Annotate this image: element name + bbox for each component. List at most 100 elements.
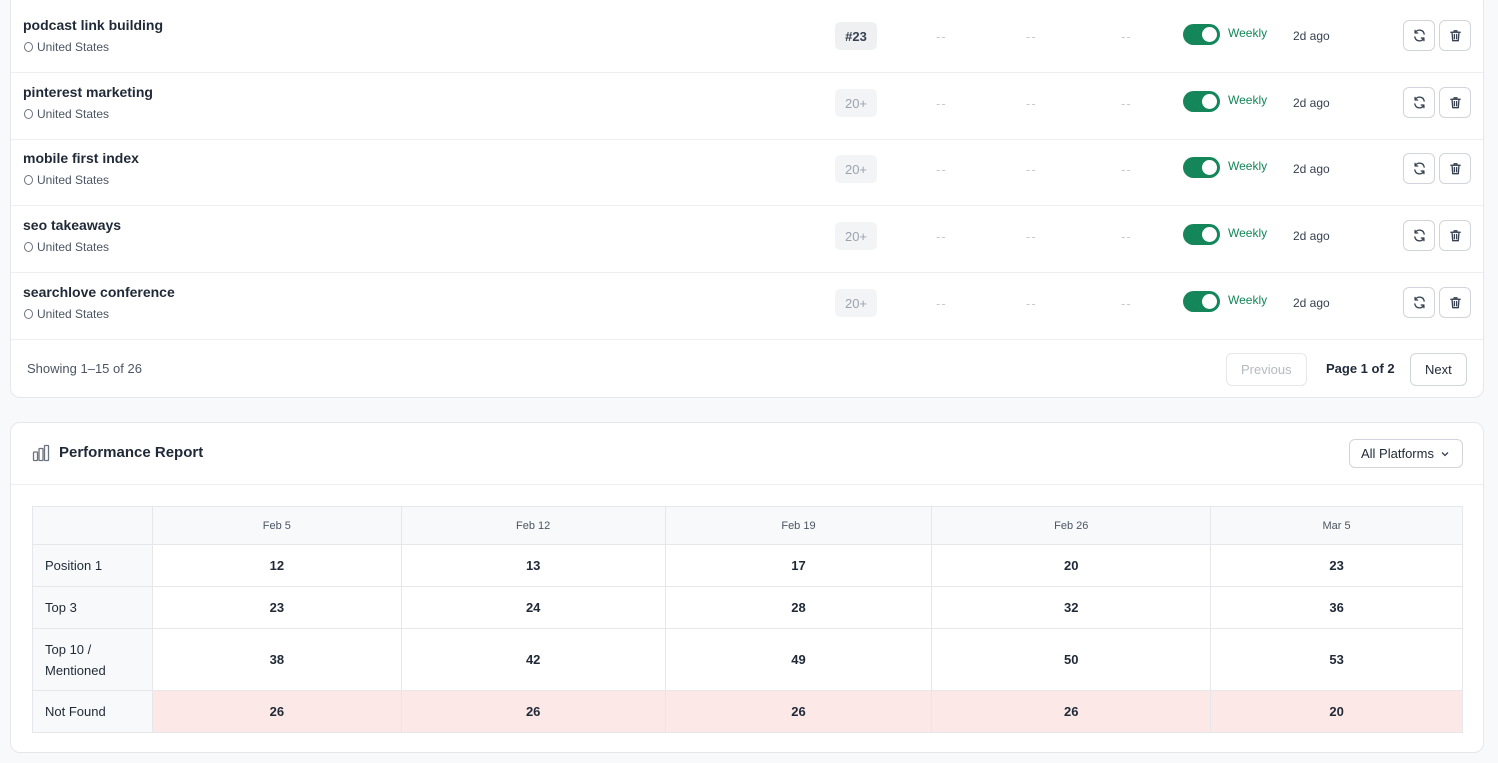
refresh-icon (1413, 29, 1425, 42)
metric-empty: -- (936, 162, 947, 177)
delete-button[interactable] (1439, 287, 1471, 318)
page-indicator: Page 1 of 2 (1326, 361, 1395, 376)
rank-badge: 20+ (835, 289, 877, 317)
refresh-button[interactable] (1403, 153, 1435, 184)
tracking-toggle[interactable] (1183, 291, 1220, 312)
table-cell: 17 (664, 544, 933, 587)
tracking-toggle[interactable] (1183, 24, 1220, 45)
performance-report-card: Performance Report All Platforms Feb 5 F… (10, 422, 1484, 753)
location-label: United States (37, 173, 110, 187)
location-pin-icon (24, 175, 33, 185)
table-row: Top 3 23 24 28 32 36 (32, 586, 1463, 629)
table-cell: 26 (400, 690, 666, 733)
metric-empty: -- (1121, 296, 1132, 311)
refresh-button[interactable] (1403, 220, 1435, 251)
metric-empty: -- (1121, 229, 1132, 244)
trash-icon (1449, 30, 1461, 42)
keyword-location: United States (24, 107, 109, 121)
metric-empty: -- (936, 229, 947, 244)
report-header: Performance Report All Platforms (11, 423, 1483, 485)
rank-badge: #23 (835, 22, 877, 50)
keyword-name[interactable]: podcast link building (23, 17, 163, 33)
table-cell: 20 (931, 544, 1212, 587)
metric-empty: -- (1026, 162, 1037, 177)
frequency-label: Weekly (1228, 159, 1268, 173)
last-updated: 2d ago (1293, 229, 1330, 243)
trash-icon (1449, 230, 1461, 242)
refresh-button[interactable] (1403, 20, 1435, 51)
table-row-not-found: Not Found 26 26 26 26 20 (32, 690, 1463, 733)
trash-icon (1449, 97, 1461, 109)
location-pin-icon (24, 309, 33, 319)
rank-badge: 20+ (835, 222, 877, 250)
keyword-name[interactable]: searchlove conference (23, 284, 175, 300)
keyword-table-card: podcast link building United States #23 -- -… (10, 0, 1484, 398)
pagination-bar: Showing 1–15 of 26 Previous Page 1 of 2 … (11, 340, 1483, 397)
delete-button[interactable] (1439, 153, 1471, 184)
metric-empty: -- (1026, 296, 1037, 311)
table-row: Top 10 / Mentioned 38 42 49 50 53 (32, 628, 1463, 691)
table-cell: 26 (664, 690, 933, 733)
table-cell: 13 (400, 544, 666, 587)
delete-button[interactable] (1439, 87, 1471, 118)
refresh-button[interactable] (1403, 287, 1435, 318)
metric-empty: -- (936, 29, 947, 44)
table-cell: 38 (151, 628, 402, 691)
table-cell: 49 (664, 628, 933, 691)
tracking-toggle[interactable] (1183, 91, 1220, 112)
location-label: United States (37, 307, 110, 321)
table-cell: 50 (931, 628, 1212, 691)
previous-page-button[interactable]: Previous (1226, 353, 1307, 386)
table-cell: 23 (151, 586, 402, 629)
toggle-knob (1202, 227, 1217, 242)
table-cell: 23 (1210, 544, 1463, 587)
table-cell: 26 (931, 690, 1212, 733)
keyword-name[interactable]: seo takeaways (23, 217, 121, 233)
metric-empty: -- (1121, 162, 1132, 177)
bar-chart-icon (32, 444, 50, 462)
location-pin-icon (24, 42, 33, 52)
table-cell: 26 (151, 690, 402, 733)
metric-empty: -- (1026, 229, 1037, 244)
refresh-button[interactable] (1403, 87, 1435, 118)
table-cell: 36 (1210, 586, 1463, 629)
last-updated: 2d ago (1293, 296, 1330, 310)
refresh-icon (1413, 296, 1425, 309)
table-cell: 24 (400, 586, 666, 629)
last-updated: 2d ago (1293, 162, 1330, 176)
metric-empty: -- (1026, 96, 1037, 111)
table-cell: 20 (1210, 690, 1463, 733)
location-pin-icon (24, 242, 33, 252)
toggle-knob (1202, 294, 1217, 309)
platform-select-value: All Platforms (1361, 446, 1434, 461)
delete-button[interactable] (1439, 220, 1471, 251)
keyword-row: searchlove conference United States 20+ -- -… (11, 273, 1483, 340)
keyword-name[interactable]: pinterest marketing (23, 84, 153, 100)
keyword-row: podcast link building United States #23 -- -… (11, 6, 1483, 73)
table-header-row: Feb 5 Feb 12 Feb 19 Feb 26 Mar 5 (32, 506, 1463, 545)
column-header: Mar 5 (1210, 506, 1463, 545)
toggle-knob (1202, 94, 1217, 109)
row-label: Not Found (32, 690, 153, 733)
column-header (32, 506, 153, 545)
tracking-toggle[interactable] (1183, 224, 1220, 245)
row-label: Position 1 (32, 544, 153, 587)
next-page-button[interactable]: Next (1410, 353, 1467, 386)
keyword-location: United States (24, 307, 109, 321)
metric-empty: -- (1121, 96, 1132, 111)
column-header: Feb 19 (664, 506, 933, 545)
rank-badge: 20+ (835, 89, 877, 117)
frequency-label: Weekly (1228, 26, 1268, 40)
refresh-icon (1413, 229, 1425, 242)
table-cell: 32 (931, 586, 1212, 629)
last-updated: 2d ago (1293, 96, 1330, 110)
tracking-toggle[interactable] (1183, 157, 1220, 178)
report-title: Performance Report (59, 444, 204, 461)
delete-button[interactable] (1439, 20, 1471, 51)
showing-count: Showing 1–15 of 26 (27, 361, 142, 376)
platform-select[interactable]: All Platforms (1349, 439, 1463, 468)
keyword-row: seo takeaways United States 20+ -- -- -- Weekl… (11, 206, 1483, 273)
location-label: United States (37, 240, 110, 254)
performance-table: Feb 5 Feb 12 Feb 19 Feb 26 Mar 5 Positio… (32, 506, 1463, 733)
keyword-name[interactable]: mobile first index (23, 150, 139, 166)
